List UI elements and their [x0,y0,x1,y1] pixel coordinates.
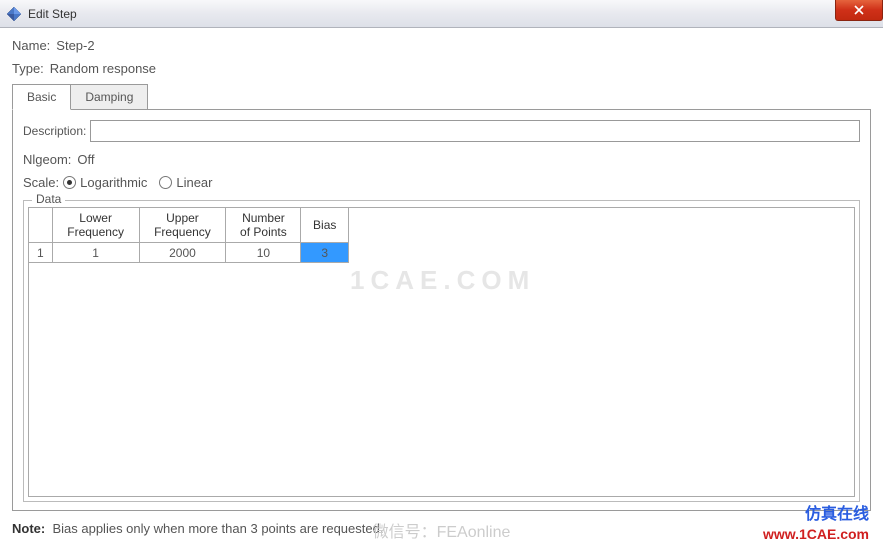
cell-points[interactable]: 10 [226,243,301,263]
titlebar: Edit Step [0,0,883,28]
radio-label-logarithmic: Logarithmic [80,175,147,190]
close-icon [854,5,864,15]
dialog-content: Name: Step-2 Type: Random response Basic… [0,28,883,546]
close-button[interactable] [835,0,883,21]
name-label: Name: [12,38,50,53]
radio-logarithmic[interactable]: Logarithmic [63,175,147,190]
tab-panel-basic: Description: Nlgeom: Off Scale: Logarith… [12,109,871,511]
col-header-upper[interactable]: Upper Frequency [139,208,226,243]
description-row: Description: [23,120,860,142]
nlgeom-label: Nlgeom: [23,152,71,167]
data-table: Lower Frequency Upper Frequency Number o… [29,208,349,263]
data-fieldset: Data Lower Frequency Upper Frequency Num… [23,200,860,502]
type-label: Type: [12,61,44,76]
name-value: Step-2 [56,38,94,53]
cell-upper[interactable]: 2000 [139,243,226,263]
radio-icon [63,176,76,189]
col-header-points[interactable]: Number of Points [226,208,301,243]
window-title: Edit Step [28,7,77,21]
description-label: Description: [23,124,86,138]
data-legend: Data [32,192,65,206]
radio-icon [159,176,172,189]
scale-label: Scale: [23,175,59,190]
table-row[interactable]: 1 1 2000 10 3 [29,243,349,263]
tab-damping[interactable]: Damping [70,84,148,109]
col-header-lower[interactable]: Lower Frequency [52,208,139,243]
cell-rownum: 1 [29,243,52,263]
col-header-bias[interactable]: Bias [301,208,349,243]
radio-label-linear: Linear [176,175,212,190]
note-row: Note: Bias applies only when more than 3… [12,521,871,536]
name-row: Name: Step-2 [12,38,871,53]
note-label: Note: [12,521,45,536]
description-input[interactable] [90,120,860,142]
scale-row: Scale: Logarithmic Linear [23,175,860,190]
col-header-rownum [29,208,52,243]
nlgeom-value: Off [77,152,94,167]
cell-lower[interactable]: 1 [52,243,139,263]
type-row: Type: Random response [12,61,871,76]
data-table-area[interactable]: Lower Frequency Upper Frequency Number o… [28,207,855,497]
nlgeom-row: Nlgeom: Off [23,152,860,167]
tab-basic[interactable]: Basic [12,84,71,110]
scale-radio-group: Logarithmic Linear [63,175,212,190]
tabs: Basic Damping [12,84,871,109]
radio-linear[interactable]: Linear [159,175,212,190]
cell-bias[interactable]: 3 [301,243,349,263]
type-value: Random response [50,61,156,76]
app-icon [6,6,22,22]
